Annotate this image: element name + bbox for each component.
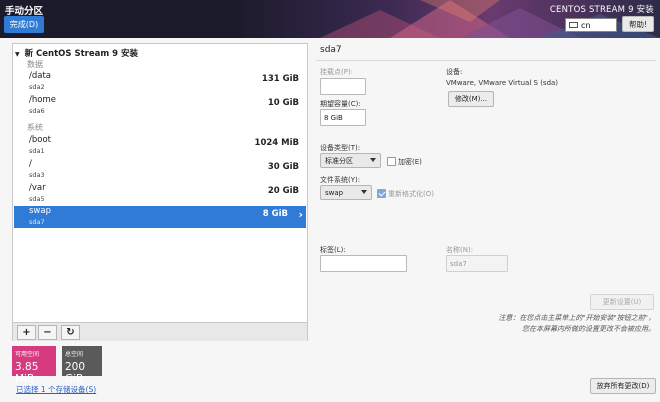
available-space-label: 可用空间 <box>15 351 40 358</box>
note-text: 注意：在您点击主菜单上的"开始安装"按钮之前"，您在本屏幕内所做的设置更改不会被… <box>498 314 655 333</box>
dropdown-arrow-icon <box>361 190 367 194</box>
partition-mount: /data <box>29 71 52 81</box>
partition-size: 8 GiB <box>262 209 288 219</box>
remove-partition-button[interactable]: − <box>38 325 57 340</box>
product-title: CENTOS STREAM 9 安装 <box>549 5 654 15</box>
partition-size: 20 GiB <box>267 186 299 196</box>
keyboard-layout-button[interactable]: cn <box>565 18 617 32</box>
partition-device: sda1 <box>29 147 45 155</box>
capacity-label: 期望容量(C): <box>320 100 361 108</box>
refresh-button[interactable]: ↻ <box>61 325 80 340</box>
partition-device: sda3 <box>29 171 45 179</box>
available-space-box: 可用空间 3.85 MiB <box>12 346 56 385</box>
partition-size: 131 GiB <box>261 74 299 84</box>
detail-title: sda7 <box>320 45 342 55</box>
partition-item-root[interactable]: / sda3 30 GiB <box>14 159 306 181</box>
discard-changes-button[interactable]: 放弃所有更改(D) <box>590 378 656 394</box>
partition-item-var[interactable]: /var sda5 20 GiB <box>14 183 306 205</box>
partition-size: 1024 MiB <box>254 138 299 148</box>
dropdown-arrow-icon <box>370 158 376 162</box>
filesystem-value: swap <box>325 188 344 197</box>
name-field-label: 名称(N): <box>446 246 474 254</box>
partition-device: sda6 <box>29 107 45 115</box>
label-field-label: 标签(L): <box>320 246 346 254</box>
header-bar: 手动分区 完成(D) CENTOS STREAM 9 安装 cn 帮助! <box>0 0 660 38</box>
device-value: VMware, VMware Virtual S (sda) <box>446 79 559 87</box>
page-title: 手动分区 <box>5 6 44 17</box>
device-label: 设备: <box>446 68 463 76</box>
partition-mount: /var <box>29 183 46 193</box>
divider <box>316 60 656 61</box>
update-settings-button[interactable]: 更新设置(U) <box>590 294 654 310</box>
device-type-label: 设备类型(T): <box>320 144 361 152</box>
partition-tree: ▼ 新 CentOS Stream 9 安装 数据 /data sda2 131… <box>12 43 308 341</box>
partition-item-home[interactable]: /home sda6 10 GiB <box>14 95 306 117</box>
partition-item-data[interactable]: /data sda2 131 GiB <box>14 71 306 93</box>
partition-mount: /boot <box>29 135 51 145</box>
group-label-data: 数据 <box>27 60 43 69</box>
add-partition-button[interactable]: + <box>17 325 36 340</box>
partition-size: 30 GiB <box>267 162 299 172</box>
help-button[interactable]: 帮助! <box>622 16 654 32</box>
total-space-label: 总空间 <box>65 351 84 358</box>
name-input[interactable]: sda7 <box>446 255 508 272</box>
partition-item-swap[interactable]: swap sda7 8 GiB › <box>14 206 306 228</box>
partition-mount: swap <box>29 206 51 216</box>
tree-root-label: 新 CentOS Stream 9 安装 <box>24 49 139 59</box>
partition-device: sda2 <box>29 83 45 91</box>
total-space-box: 总空间 200 GiB <box>62 346 102 385</box>
mount-point-input[interactable] <box>320 78 366 95</box>
filesystem-select[interactable]: swap <box>320 185 372 200</box>
encrypt-label: 加密(E) <box>398 158 422 166</box>
group-label-system: 系统 <box>27 123 43 132</box>
mount-point-label: 挂载点(P): <box>320 68 354 76</box>
reformat-checkbox[interactable] <box>377 189 386 198</box>
partition-size: 10 GiB <box>267 98 299 108</box>
total-space-value: 200 GiB <box>65 361 86 385</box>
partition-toolbar: + − ↻ <box>13 322 307 341</box>
partition-device: sda7 <box>29 218 45 226</box>
partition-mount: / <box>29 159 32 169</box>
filesystem-label: 文件系统(Y): <box>320 176 361 184</box>
device-type-select[interactable]: 标准分区 <box>320 153 381 168</box>
keyboard-layout-label: cn <box>581 20 591 30</box>
partition-item-boot[interactable]: /boot sda1 1024 MiB <box>14 135 306 157</box>
capacity-input[interactable]: 8 GiB <box>320 109 366 126</box>
keyboard-icon <box>569 22 578 28</box>
partition-mount: /home <box>29 95 56 105</box>
reformat-label: 重新格式化(O) <box>388 190 434 198</box>
label-input[interactable] <box>320 255 407 272</box>
modify-button[interactable]: 修改(M)... <box>448 91 494 107</box>
partition-device: sda5 <box>29 195 45 203</box>
tree-root[interactable]: ▼ 新 CentOS Stream 9 安装 <box>15 47 138 59</box>
available-space-value: 3.85 MiB <box>15 361 39 385</box>
device-type-value: 标准分区 <box>325 156 353 165</box>
selected-storage-link[interactable]: 已选择 1 个存储设备(S) <box>16 384 96 395</box>
encrypt-checkbox[interactable] <box>387 157 396 166</box>
done-button[interactable]: 完成(D) <box>4 16 44 33</box>
chevron-right-icon: › <box>298 208 303 221</box>
expand-triangle-icon[interactable]: ▼ <box>15 51 20 58</box>
